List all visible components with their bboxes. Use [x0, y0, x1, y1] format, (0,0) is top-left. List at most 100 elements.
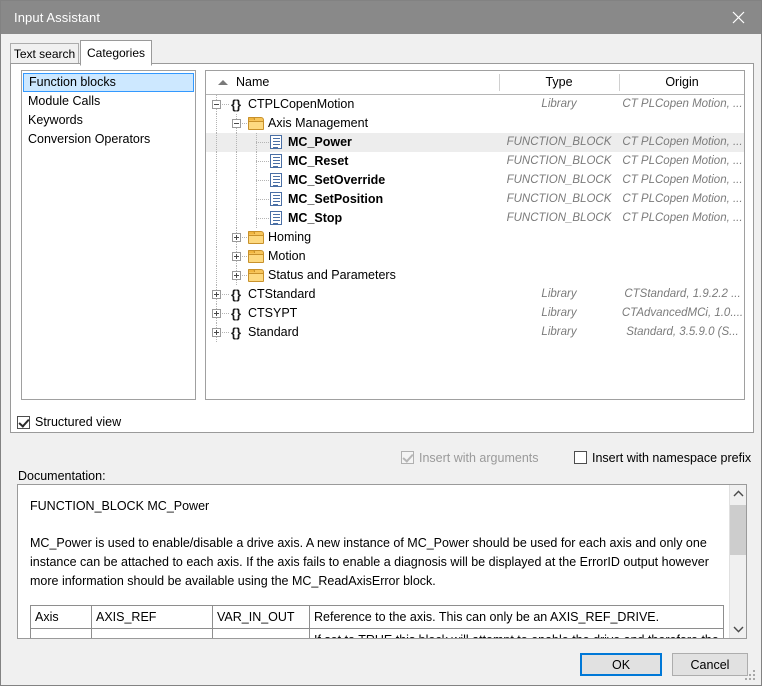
tree-row-type: Library: [499, 304, 619, 323]
category-item-conversion-operators[interactable]: Conversion Operators: [23, 130, 194, 149]
tab-text-search[interactable]: Text search: [10, 43, 79, 64]
expand-icon[interactable]: [232, 252, 241, 261]
tree-row-origin: CTStandard, 1.9.2.2 ...: [619, 285, 745, 304]
tree-header: Name Type Origin: [206, 71, 744, 95]
tree-row-type: [499, 114, 619, 133]
tree-guide-line: [256, 180, 270, 181]
tree-row-origin: CT PLCopen Motion, ...: [619, 209, 745, 228]
chevron-down-icon[interactable]: [730, 621, 747, 638]
tree-row-origin: [619, 228, 745, 247]
tree-row-label: CTPLCopenMotion: [248, 95, 354, 114]
category-item-keywords[interactable]: Keywords: [23, 111, 194, 130]
tree-rows: {} CTPLCopenMotion Library CT PLCopen Motio…: [206, 95, 744, 399]
tree-row-type: [499, 228, 619, 247]
documentation-label: Documentation:: [18, 469, 106, 483]
tab-strip: Text search Categories: [10, 40, 754, 64]
tree-row-origin: Standard, 3.5.9.0 (S...: [619, 323, 745, 342]
scrollbar-thumb[interactable]: [730, 505, 747, 555]
table-row: Axis AXIS_REF VAR_IN_OUT Reference to th…: [31, 606, 724, 629]
folder-icon: [248, 250, 264, 263]
tree-guide-line: [256, 142, 270, 143]
expand-icon[interactable]: [212, 328, 221, 337]
tree-row-origin: [619, 266, 745, 285]
insert-with-arguments-checkbox: Insert with arguments: [401, 449, 539, 466]
category-item-label: Function blocks: [29, 75, 116, 89]
close-icon[interactable]: [715, 1, 761, 34]
tree-row-origin: CT PLCopen Motion, ...: [619, 171, 745, 190]
tree-guide-line: [256, 161, 270, 162]
checkbox-icon[interactable]: [574, 451, 587, 464]
cancel-button-label: Cancel: [691, 658, 730, 672]
tree-row[interactable]: MC_PowerFUNCTION_BLOCKCT PLCopen Motion,…: [206, 133, 744, 152]
category-item-label: Module Calls: [28, 94, 100, 108]
namespace-icon: {}: [228, 287, 244, 302]
tree-row-label: CTStandard: [248, 285, 315, 304]
tree-guide-line: [236, 209, 237, 228]
expand-icon[interactable]: [232, 271, 241, 280]
tree-row[interactable]: {}CTStandardLibraryCTStandard, 1.9.2.2 .…: [206, 285, 744, 304]
resize-grip[interactable]: [745, 670, 757, 682]
cell-name: [31, 629, 92, 640]
symbol-tree[interactable]: Name Type Origin {} CTPLCopenMotion Librar…: [205, 70, 745, 400]
namespace-icon: {}: [228, 97, 244, 112]
ok-button[interactable]: OK: [580, 653, 662, 676]
tree-row-label: Motion: [268, 247, 306, 266]
tree-row-label: CTSYPT: [248, 304, 297, 323]
structured-view-checkbox[interactable]: Structured view: [17, 414, 317, 430]
documentation-panel: FUNCTION_BLOCK MC_Power MC_Power is used…: [17, 484, 747, 639]
tree-row[interactable]: MC_SetPositionFUNCTION_BLOCKCT PLCopen M…: [206, 190, 744, 209]
tree-guide-line: [216, 152, 217, 171]
cancel-button[interactable]: Cancel: [672, 653, 748, 676]
column-header-origin[interactable]: Origin: [619, 71, 745, 94]
tree-guide-line: [216, 190, 217, 209]
tree-row-type: FUNCTION_BLOCK: [499, 209, 619, 228]
tree-row-origin: CT PLCopen Motion, ...: [619, 190, 745, 209]
tree-row[interactable]: Homing: [206, 228, 744, 247]
tree-guide-line: [216, 209, 217, 228]
tree-row-label: Status and Parameters: [268, 266, 396, 285]
tree-row[interactable]: Status and Parameters: [206, 266, 744, 285]
tree-row-type: FUNCTION_BLOCK: [499, 133, 619, 152]
category-list[interactable]: Function blocks Module Calls Keywords Co…: [21, 70, 196, 400]
column-header-name[interactable]: Name: [236, 71, 496, 94]
tree-row-label: MC_Reset: [288, 152, 348, 171]
tree-row-origin: CTAdvancedMCi, 1.0....: [619, 304, 745, 323]
tab-categories-label: Categories: [87, 46, 145, 60]
expand-icon[interactable]: [232, 233, 241, 242]
tree-row[interactable]: MC_SetOverrideFUNCTION_BLOCKCT PLCopen M…: [206, 171, 744, 190]
checkbox-icon: [401, 451, 414, 464]
collapse-icon[interactable]: [212, 100, 221, 109]
column-header-type[interactable]: Type: [499, 71, 619, 94]
tree-row[interactable]: Motion: [206, 247, 744, 266]
sort-ascending-icon[interactable]: [218, 80, 228, 85]
category-item-function-blocks[interactable]: Function blocks: [23, 73, 194, 92]
tree-row[interactable]: Axis Management: [206, 114, 744, 133]
cell-datatype: [92, 629, 213, 640]
expand-icon[interactable]: [212, 290, 221, 299]
insert-with-namespace-prefix-label: Insert with namespace prefix: [592, 451, 751, 465]
tree-row-type: FUNCTION_BLOCK: [499, 190, 619, 209]
tree-row-label: MC_Stop: [288, 209, 342, 228]
title-bar[interactable]: Input Assistant: [1, 1, 761, 34]
namespace-icon: {}: [228, 306, 244, 321]
category-item-module-calls[interactable]: Module Calls: [23, 92, 194, 111]
tree-row-type: FUNCTION_BLOCK: [499, 171, 619, 190]
tree-row[interactable]: {}CTPLCopenMotionLibraryCT PLCopen Motio…: [206, 95, 744, 114]
expand-icon[interactable]: [212, 309, 221, 318]
collapse-icon[interactable]: [232, 119, 241, 128]
folder-icon: [248, 269, 264, 282]
tree-row[interactable]: MC_ResetFUNCTION_BLOCKCT PLCopen Motion,…: [206, 152, 744, 171]
insert-with-namespace-prefix-checkbox[interactable]: Insert with namespace prefix: [574, 449, 751, 466]
tab-categories[interactable]: Categories: [80, 40, 152, 66]
chevron-up-icon[interactable]: [730, 485, 747, 502]
documentation-scrollbar[interactable]: [729, 485, 746, 638]
tree-row-type: [499, 247, 619, 266]
tree-guide-line: [256, 218, 270, 219]
checkbox-icon[interactable]: [17, 416, 30, 429]
tree-row[interactable]: {} CTSYPT LibraryCTAdvancedMCi, 1.0....: [206, 304, 744, 323]
tree-guide-line: [236, 133, 237, 152]
tree-row[interactable]: {}StandardLibraryStandard, 3.5.9.0 (S...: [206, 323, 744, 342]
category-item-label: Keywords: [28, 113, 83, 127]
tree-row[interactable]: MC_Stop FUNCTION_BLOCKCT PLCopen Motion, …: [206, 209, 744, 228]
tree-row-origin: [619, 247, 745, 266]
